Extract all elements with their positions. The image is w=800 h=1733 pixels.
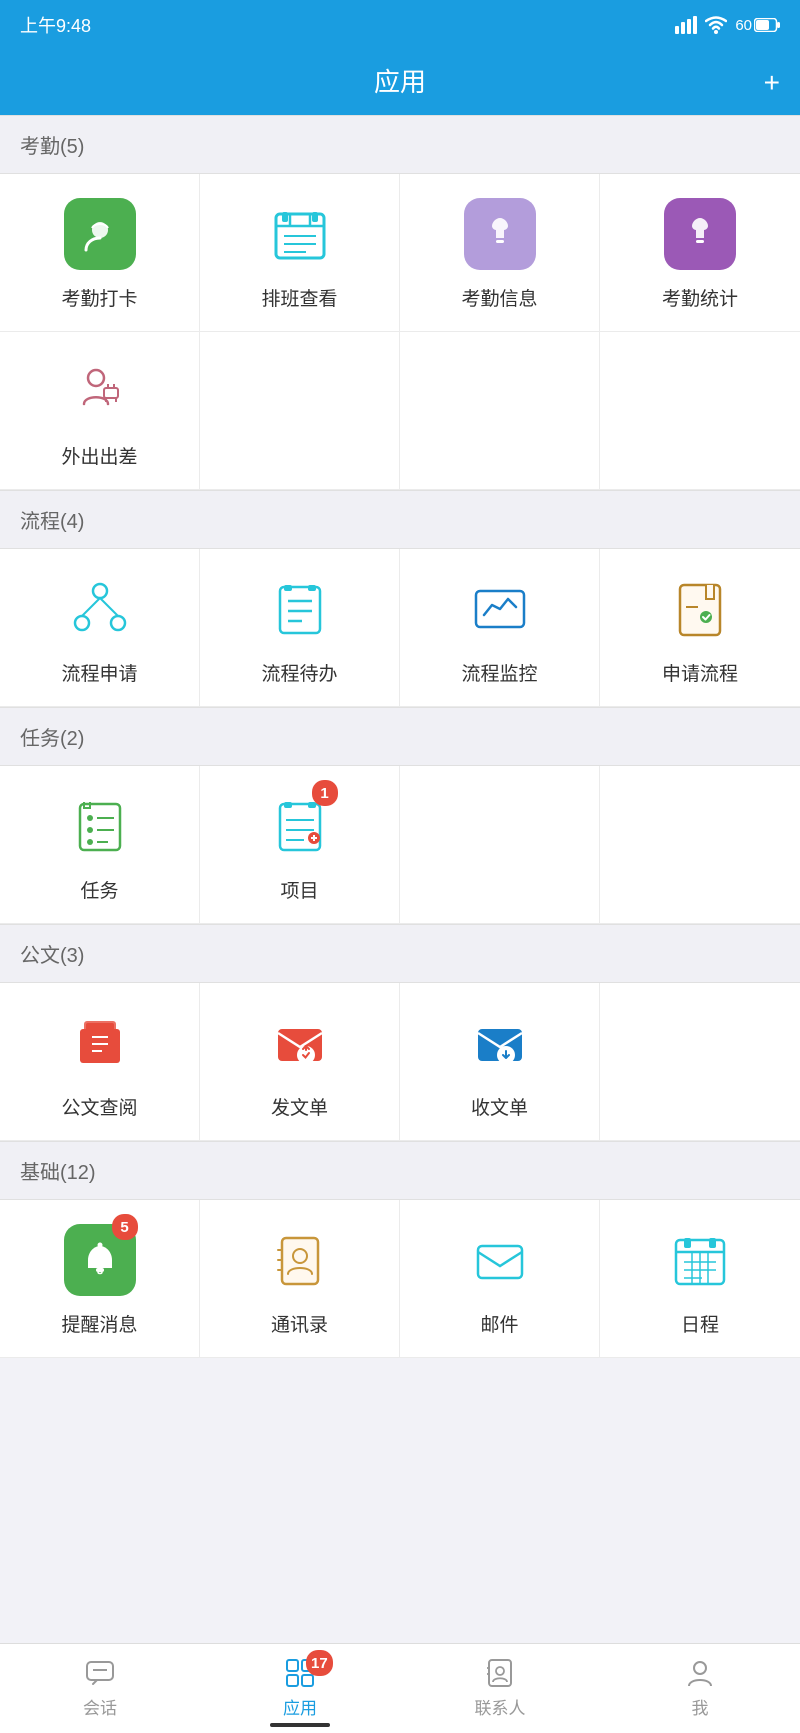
list-item[interactable]: 排班查看 [200,174,400,332]
tab-apps[interactable]: 17 应用 [200,1644,400,1733]
me-tab-icon [685,1658,715,1688]
list-item[interactable]: 1 项目 [200,766,400,924]
schedule-icon [264,198,336,270]
content-area: 考勤(5) 考勤打卡 [0,115,800,1458]
pending-label: 流程待办 [261,659,337,686]
me-tab-label: 我 [692,1694,709,1719]
section-header-basic: 基础(12) [0,1141,800,1200]
send-icon [264,1007,336,1079]
list-item[interactable]: 通讯录 [200,1200,400,1358]
tab-chat[interactable]: 会话 [0,1644,200,1733]
send-label: 发文单 [271,1093,328,1120]
section-header-flow: 流程(4) [0,490,800,549]
empty-cell [400,766,600,924]
tab-bar: 会话 17 应用 联系人 [0,1643,800,1733]
list-item[interactable]: 申请流程 [600,549,800,707]
email-label: 邮件 [480,1310,518,1337]
tab-contacts[interactable]: 联系人 [400,1644,600,1733]
list-item[interactable]: 5 提醒消息 [0,1200,200,1358]
list-item[interactable]: 发文单 [200,983,400,1141]
empty-cell [600,766,800,924]
trip-label: 外出出差 [61,442,137,469]
status-icons: 60 [675,16,780,34]
section-header-task: 任务(2) [0,707,800,766]
docview-icon [64,1007,136,1079]
empty-cell [200,332,400,490]
request-icon [664,573,736,645]
docview-label: 公文查阅 [61,1093,137,1120]
apply-icon [64,573,136,645]
doc-grid: 公文查阅 发文单 [0,983,800,1141]
status-bar: 上午9:48 60 [0,0,800,50]
info-label: 考勤信息 [461,284,537,311]
receive-icon [464,1007,536,1079]
list-item[interactable]: 外出出差 [0,332,200,490]
stats-icon [664,198,736,270]
list-item[interactable]: 日程 [600,1200,800,1358]
list-item[interactable]: 考勤统计 [600,174,800,332]
page-title: 应用 [374,67,426,97]
apps-tab-label: 应用 [283,1694,317,1719]
contacts-tab-label: 联系人 [475,1694,526,1719]
punch-icon [64,198,136,270]
contacts-book-icon [264,1224,336,1296]
list-item[interactable]: 流程监控 [400,549,600,707]
info-icon [464,198,536,270]
contacts-label: 通讯录 [271,1310,328,1337]
calendar-icon [664,1224,736,1296]
chat-tab-label: 会话 [83,1694,117,1719]
monitor-label: 流程监控 [461,659,537,686]
page-header: 应用 + [0,50,800,115]
empty-cell [600,332,800,490]
battery-icon: 60 [735,17,780,34]
attendance-grid: 考勤打卡 排班查看 [0,174,800,490]
add-button[interactable]: + [764,67,780,99]
trip-icon [64,356,136,428]
signal-icon [675,16,697,34]
task-grid: 任务 1 项目 [0,766,800,924]
punch-label: 考勤打卡 [61,284,137,311]
list-item[interactable]: 公文查阅 [0,983,200,1141]
empty-cell [400,332,600,490]
list-item[interactable]: 任务 [0,766,200,924]
status-time: 上午9:48 [20,12,91,38]
section-header-doc: 公文(3) [0,924,800,983]
task-label: 任务 [80,876,118,903]
project-badge: 1 [312,780,338,806]
email-icon [464,1224,536,1296]
calendar-label: 日程 [681,1310,719,1337]
stats-label: 考勤统计 [662,284,738,311]
receive-label: 收文单 [471,1093,528,1120]
list-item[interactable]: 收文单 [400,983,600,1141]
list-item[interactable]: 流程待办 [200,549,400,707]
apps-tab-badge: 17 [306,1650,333,1676]
empty-cell [600,983,800,1141]
apply-label: 流程申请 [61,659,137,686]
basic-grid: 5 提醒消息 [0,1200,800,1358]
list-item[interactable]: 考勤打卡 [0,174,200,332]
list-item[interactable]: 考勤信息 [400,174,600,332]
list-item[interactable]: 邮件 [400,1200,600,1358]
request-label: 申请流程 [662,659,738,686]
schedule-label: 排班查看 [261,284,337,311]
remind-label: 提醒消息 [61,1310,137,1337]
list-item[interactable]: 流程申请 [0,549,200,707]
project-label: 项目 [280,876,318,903]
tab-me[interactable]: 我 [600,1644,800,1733]
pending-icon [264,573,336,645]
tab-indicator [270,1723,330,1727]
task-icon [64,790,136,862]
remind-badge: 5 [112,1214,138,1240]
monitor-icon [464,573,536,645]
chat-tab-icon [85,1658,115,1688]
wifi-icon [705,16,727,34]
flow-grid: 流程申请 流程待办 [0,549,800,707]
contacts-tab-icon [485,1658,515,1688]
section-header-attendance: 考勤(5) [0,115,800,174]
